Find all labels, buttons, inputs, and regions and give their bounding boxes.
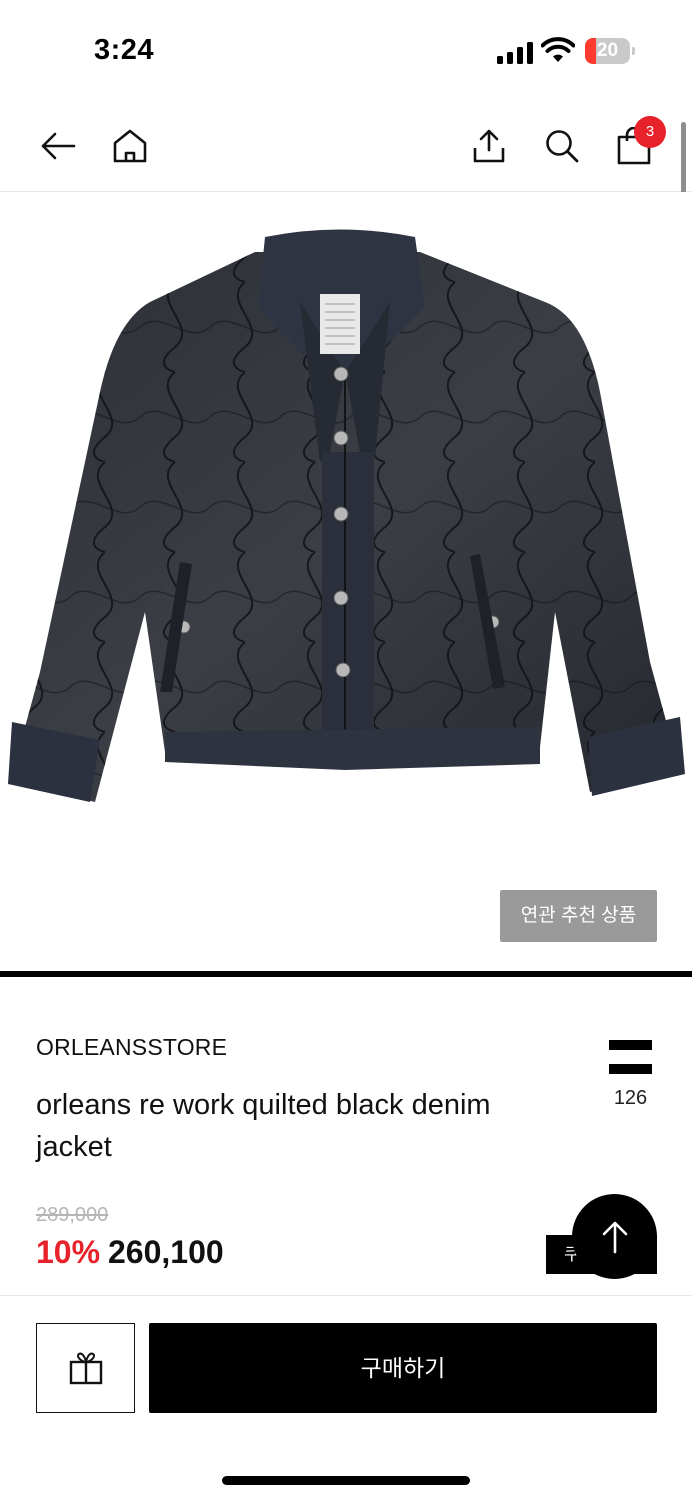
jacket-illustration	[8, 229, 685, 802]
back-button[interactable]	[36, 124, 80, 168]
top-nav-bar	[0, 100, 692, 192]
back-arrow-icon	[41, 132, 76, 160]
gift-button[interactable]	[36, 1323, 135, 1413]
status-bar: 3:24 20	[0, 0, 692, 100]
cart-count-badge: 3	[634, 116, 666, 148]
buy-button[interactable]: 구매하기	[149, 1323, 657, 1413]
status-time: 3:24	[94, 34, 155, 66]
signal-icon	[497, 40, 533, 64]
related-products-button[interactable]: 연관 추천 상품	[500, 890, 657, 942]
share-button[interactable]	[467, 124, 511, 168]
home-indicator	[222, 1476, 470, 1485]
search-icon	[546, 130, 579, 163]
product-title: orleans re work quilted black denim jack…	[36, 1089, 491, 1163]
home-icon	[113, 129, 147, 163]
menu-count: 126	[613, 1087, 648, 1109]
section-divider	[0, 971, 692, 977]
wifi-icon	[541, 37, 575, 62]
gift-icon	[69, 1352, 102, 1385]
arrow-up-icon	[602, 1221, 627, 1253]
brand-name[interactable]: ORLEANSSTORE	[36, 1034, 227, 1061]
search-button[interactable]	[540, 124, 584, 168]
battery-icon: 20	[585, 38, 635, 64]
battery-level: 20	[596, 40, 619, 61]
menu-icon[interactable]	[609, 1040, 652, 1074]
share-icon	[473, 129, 505, 163]
home-button[interactable]	[108, 124, 152, 168]
discount-rate: 10%	[36, 1234, 101, 1270]
original-price: 289,000	[36, 1204, 109, 1226]
product-image[interactable]	[0, 192, 692, 972]
scroll-to-top-button[interactable]	[572, 1194, 657, 1279]
sale-price: 260,100	[108, 1234, 224, 1270]
